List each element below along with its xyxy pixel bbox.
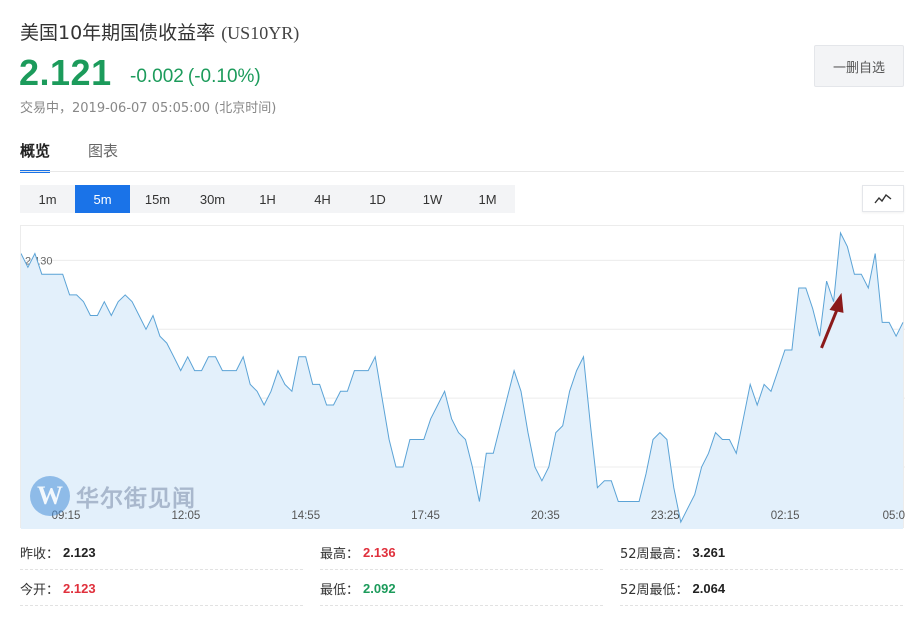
price-change: -0.002 (-0.10%): [130, 66, 265, 88]
stat-value: 3.261: [692, 545, 726, 560]
period-1h[interactable]: 1H: [240, 185, 295, 213]
stat-label: 最高：: [320, 547, 360, 562]
period-1mo[interactable]: 1M: [460, 185, 515, 213]
stat-open: 今开： 2.123: [20, 572, 303, 606]
period-1d[interactable]: 1D: [350, 185, 405, 213]
instrument-code: (US10YR): [221, 23, 300, 43]
period-5m[interactable]: 5m: [75, 185, 130, 213]
x-tick-label: 17:45: [411, 510, 440, 522]
stat-label: 昨收：: [20, 547, 60, 562]
tabs-divider: [20, 171, 904, 172]
x-tick-label: 23:25: [651, 510, 680, 522]
x-tick-label: 05:0: [883, 510, 905, 522]
price-change-percent: (-0.10%): [187, 66, 261, 87]
stat-52w-low: 52周最低： 2.064: [620, 572, 903, 606]
watermark-logo: W: [30, 476, 70, 516]
period-1w[interactable]: 1W: [405, 185, 460, 213]
tab-overview[interactable]: 概览: [20, 140, 51, 173]
stat-value: 2.136: [363, 545, 396, 560]
remove-watchlist-button[interactable]: 一删自选: [814, 45, 904, 87]
view-tabs: 概览 图表: [20, 140, 118, 173]
instrument-name: 美国10年期国债收益率: [20, 22, 216, 44]
stat-high: 最高： 2.136: [320, 536, 603, 570]
stat-label: 最低：: [320, 583, 360, 598]
line-chart-icon: [874, 193, 892, 203]
stat-prev-close: 昨收： 2.123: [20, 536, 303, 570]
stat-label: 52周最高：: [620, 547, 689, 562]
current-price: 2.121: [19, 52, 112, 93]
period-selector: 1m 5m 15m 30m 1H 4H 1D 1W 1M: [20, 185, 515, 213]
stat-value: 2.123: [63, 545, 96, 560]
x-tick-label: 02:15: [771, 510, 800, 522]
tab-chart[interactable]: 图表: [88, 140, 118, 173]
trading-status: 交易中，2019-06-07 05:05:00 (北京时间): [20, 101, 277, 116]
stat-value: 2.123: [63, 581, 96, 596]
stat-value: 2.092: [363, 581, 396, 596]
watermark-text: 华尔街见闻: [76, 485, 196, 512]
stat-52w-high: 52周最高： 3.261: [620, 536, 903, 570]
stat-low: 最低： 2.092: [320, 572, 603, 606]
stat-value: 2.064: [692, 581, 726, 596]
watermark: W 华尔街见闻: [30, 476, 196, 516]
period-4h[interactable]: 4H: [295, 185, 350, 213]
x-tick-label: 14:55: [291, 510, 320, 522]
period-15m[interactable]: 15m: [130, 185, 185, 213]
period-1m[interactable]: 1m: [20, 185, 75, 213]
period-30m[interactable]: 30m: [185, 185, 240, 213]
instrument-title: 美国10年期国债收益率 (US10YR): [20, 18, 299, 45]
price-change-value: -0.002: [130, 66, 184, 87]
x-tick-label: 20:35: [531, 510, 560, 522]
chart-type-toggle-button[interactable]: [862, 185, 904, 212]
stat-label: 今开：: [20, 583, 60, 598]
stat-label: 52周最低：: [620, 583, 689, 598]
